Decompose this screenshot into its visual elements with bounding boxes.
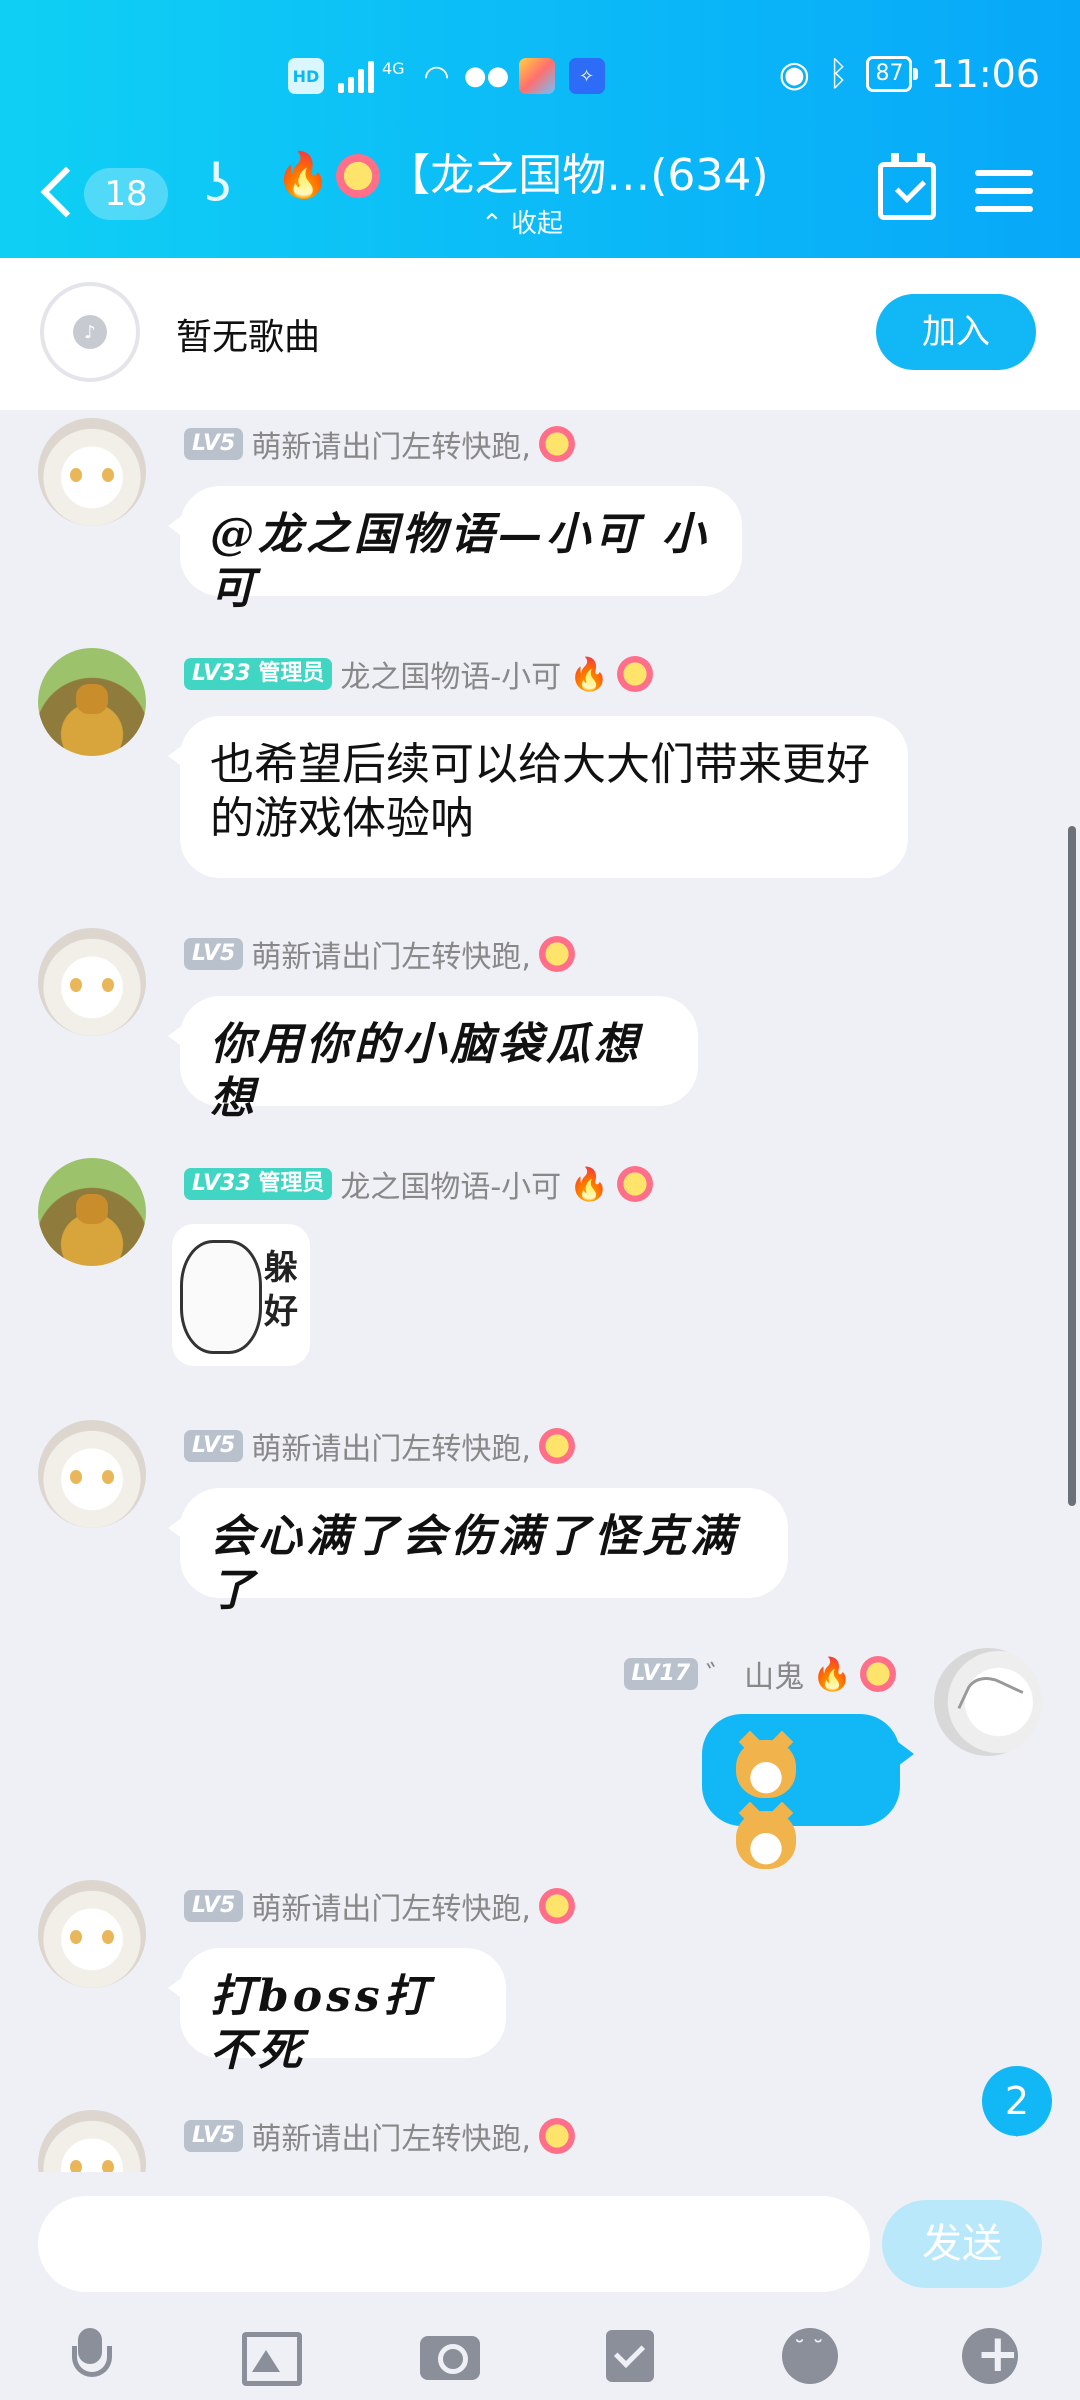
avatar[interactable] [38,1158,146,1266]
send-button[interactable]: 发送 [882,2200,1042,2288]
collapse-icon: ⌃ [480,209,503,239]
flower-emoji-icon [538,2118,575,2154]
avatar[interactable] [38,648,146,756]
flower-emoji-icon [336,154,381,198]
name-prefix: ゛ [706,1660,737,1695]
image-icon[interactable] [238,2324,302,2388]
menu-icon[interactable] [975,162,1033,220]
level-badge: LV17 [623,1658,699,1690]
music-disc-icon[interactable]: ♪ [40,282,140,382]
sender-name[interactable]: 萌新请出门左转快跑, [251,1424,531,1468]
status-bar: HD 4G ◠ ●● ✧ ◉ ᛒ 87 11:06 [0,52,1080,108]
flower-emoji-icon [860,1656,896,1692]
shiba-emoji-icon [736,1740,796,1798]
flower-emoji-icon [538,426,575,462]
message-item: LV5 萌新请出门左转快跑, [0,2110,1080,2172]
app-notification-icon [518,58,555,94]
scrollbar[interactable] [1068,826,1076,1506]
avatar[interactable] [38,1880,146,1988]
join-button[interactable]: 加入 [876,294,1036,370]
emoji-icon[interactable] [778,2324,842,2388]
message-bubble[interactable] [702,1714,914,1869]
calendar-check-icon[interactable] [878,153,936,220]
fire-icon: 🔥 [569,1165,609,1203]
flower-emoji-icon [538,1428,575,1464]
sender-name[interactable]: 龙之国物语-小可 [340,1162,561,1206]
ear-icon[interactable]: ʖ [205,154,232,214]
fire-icon: 🔥 [812,1655,852,1693]
message-bubble[interactable]: 会心满了会伤满了怪克满了 [168,1488,788,1616]
level-badge: LV5 [184,428,244,460]
bulb-icon: ✧ [568,58,605,94]
message-bubble[interactable]: 你用你的小脑袋瓜想想 [168,996,698,1124]
avatar[interactable] [38,1420,146,1528]
level-badge: LV5 [184,2120,244,2152]
level-badge: LV33 管理员 [184,658,333,690]
level-badge: LV5 [184,938,244,970]
group-title: 【龙之国物…(634) [386,150,769,201]
sender-name[interactable]: 萌新请出门左转快跑, [251,1884,531,1928]
sender-name[interactable]: 龙之国物语-小可 [340,652,561,696]
group-title-area[interactable]: 🔥 【龙之国物…(634) ⌃ 收起 [262,144,782,240]
message-bubble[interactable]: 也希望后续可以给大大们带来更好的游戏体验呐 [168,716,908,878]
meme-face-icon [180,1240,262,1354]
network-type: 4G [382,58,405,78]
eye-icon: ◉ [778,53,811,95]
sender-name[interactable]: 萌新请出门左转快跑, [251,422,531,466]
bluetooth-icon: ᛒ [828,54,849,94]
sender-name[interactable]: 萌新请出门左转快跑, [251,932,531,976]
avatar[interactable] [38,2110,146,2172]
camera-icon[interactable] [418,2324,482,2388]
clock: 11:06 [930,52,1040,96]
back-arrow-icon[interactable] [38,162,78,222]
message-bubble[interactable]: @龙之国物语—小可 小可 [168,486,742,614]
flower-emoji-icon [538,936,575,972]
message-input[interactable] [38,2196,870,2292]
battery-indicator: 87 [866,56,919,92]
sticker-text: 躲好 [264,1248,298,1332]
fire-icon: 🔥 [275,150,331,201]
shiba-emoji-icon [736,1811,796,1869]
chat-header: HD 4G ◠ ●● ✧ ◉ ᛒ 87 11:06 18 ʖ 🔥 【龙之国物…(… [0,0,1080,258]
sticker-message[interactable]: 躲好 [172,1224,310,1366]
microphone-icon[interactable] [58,2324,122,2388]
music-bar: ♪ 暂无歌曲 加入 [0,258,1080,410]
avatar[interactable] [38,418,146,526]
composer: 发送 [0,2176,1080,2400]
plus-icon[interactable] [958,2324,1022,2388]
wifi-icon: ◠ [425,58,449,94]
flower-emoji-icon [538,1888,575,1924]
avatar[interactable] [38,928,146,1036]
unread-count-badge[interactable]: 18 [84,168,168,220]
level-badge: LV5 [184,1890,244,1922]
avatar[interactable] [934,1648,1042,1756]
collapse-label: 收起 [511,209,564,239]
flower-emoji-icon [617,656,653,692]
flower-emoji-icon [617,1166,653,1202]
fire-icon: 🔥 [569,655,609,693]
wechat-icon: ●● [463,61,510,91]
music-status: 暂无歌曲 [176,317,321,358]
new-messages-badge[interactable]: 2 [982,2066,1052,2137]
level-badge: LV33 管理员 [184,1168,333,1200]
level-badge: LV5 [184,1430,244,1462]
red-packet-icon[interactable] [598,2324,662,2388]
input-toolbar [0,2316,1080,2396]
sender-name[interactable]: 萌新请出门左转快跑, [251,2114,531,2158]
nav-bar: 18 ʖ 🔥 【龙之国物…(634) ⌃ 收起 [0,140,1080,250]
hd-icon: HD [288,58,324,94]
message-bubble[interactable]: 打boss打不死 [168,1948,506,2076]
signal-icon [338,59,374,93]
sender-name[interactable]: 山鬼 [744,1652,804,1696]
